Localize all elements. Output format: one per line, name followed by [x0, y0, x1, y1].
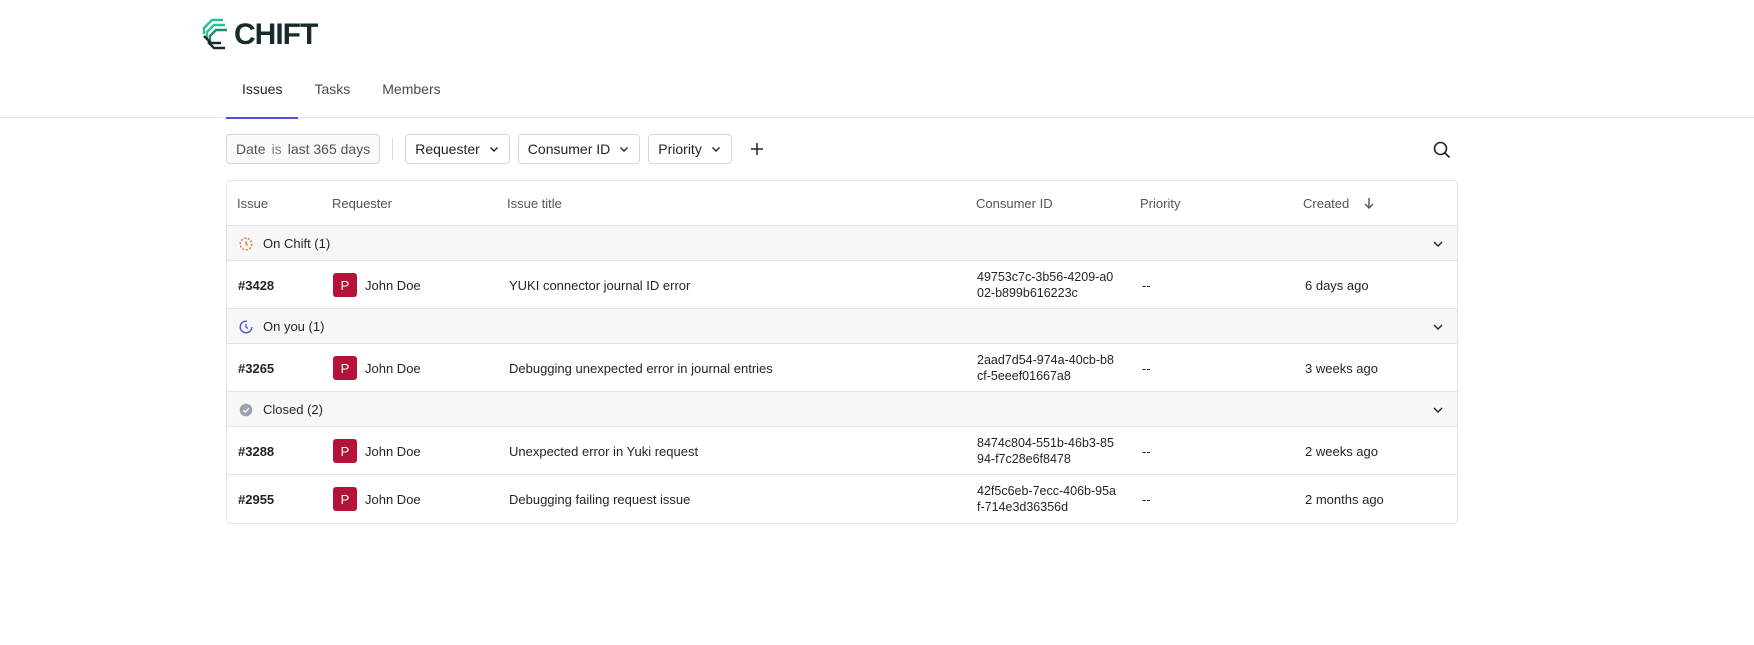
priority-value: -- [1142, 360, 1151, 376]
requester-name: John Doe [365, 443, 421, 459]
app-header: CHIFT Issues Tasks Members [0, 0, 1754, 119]
column-header-requester[interactable]: Requester [332, 181, 392, 225]
requester-filter-button[interactable]: Requester [405, 134, 510, 164]
date-filter-value: last 365 days [287, 141, 371, 157]
filter-divider [392, 138, 394, 160]
priority-filter-button[interactable]: Priority [648, 134, 732, 164]
priority-value: -- [1142, 443, 1151, 459]
issue-title: YUKI connector journal ID error [509, 277, 691, 293]
consumer-id-cell: 2aad7d54-974a-40cb-b8cf-5eeef01667a8 [977, 344, 1117, 392]
issue-id: #3428 [238, 277, 275, 293]
table-row[interactable]: #3265 P John Doe Debugging unexpected er… [227, 344, 1457, 392]
avatar: P [333, 487, 357, 511]
column-header-created-label: Created [1303, 195, 1350, 211]
table-row[interactable]: #2955 P John Doe Debugging failing reque… [227, 475, 1457, 523]
group-label: On you (1) [263, 319, 325, 334]
chevron-down-icon [489, 147, 498, 152]
chevron-down-icon [620, 147, 629, 152]
requester-cell: P John Doe [333, 344, 421, 392]
group-label: Closed (2) [263, 402, 323, 417]
table-row[interactable]: #3288 P John Doe Unexpected error in Yuk… [227, 427, 1457, 475]
issue-id: #3288 [238, 443, 275, 459]
requester-filter-label: Requester [415, 141, 480, 157]
tab-issues[interactable]: Issues [226, 72, 299, 119]
check-circle-icon [239, 403, 253, 417]
consumer-id-filter-button[interactable]: Consumer ID [517, 134, 641, 164]
plus-icon [750, 143, 763, 155]
requester-cell: P John Doe [333, 427, 421, 475]
arrow-down-icon [1364, 198, 1374, 209]
issue-id: #3265 [238, 360, 275, 376]
avatar: P [333, 356, 357, 380]
clock-progress-icon [239, 320, 253, 334]
consumer-id: 49753c7c-3b56-4209-a002-b899b616223c [977, 270, 1114, 300]
created-value: 3 weeks ago [1305, 360, 1378, 376]
issue-title: Debugging unexpected error in journal en… [509, 360, 773, 376]
group-header-closed[interactable]: Closed (2) [227, 392, 1457, 427]
priority-value: -- [1142, 277, 1151, 293]
table-row[interactable]: #3428 P John Doe YUKI connector journal … [227, 261, 1457, 309]
group-header-on-you[interactable]: On you (1) [227, 309, 1457, 344]
date-filter-chip[interactable]: Date is last 365 days [226, 134, 381, 164]
consumer-id-cell: 42f5c6eb-7ecc-406b-95af-714e3d36356d [977, 475, 1117, 523]
clock-dotted-icon [239, 237, 253, 251]
issue-title: Unexpected error in Yuki request [509, 443, 699, 459]
requester-name: John Doe [365, 277, 421, 293]
date-filter-operator: is [271, 141, 282, 157]
add-filter-button[interactable] [746, 134, 768, 164]
issue-id: #2955 [238, 491, 275, 507]
main-tabs: Issues Tasks Members [226, 72, 457, 119]
requester-name: John Doe [365, 360, 421, 376]
avatar: P [333, 273, 357, 297]
filter-bar: Date is last 365 days Requester Consumer… [226, 134, 768, 164]
tab-members[interactable]: Members [366, 72, 456, 118]
priority-filter-label: Priority [658, 141, 702, 157]
search-button[interactable] [1430, 138, 1454, 162]
chevron-down-icon [1433, 241, 1443, 247]
created-value: 2 months ago [1305, 491, 1384, 507]
requester-name: John Doe [365, 491, 421, 507]
chevron-down-icon [1433, 407, 1443, 413]
chevron-down-icon [1433, 324, 1443, 330]
created-value: 2 weeks ago [1305, 443, 1378, 459]
chift-logo[interactable]: CHIFT [201, 18, 318, 52]
issues-table: Issue Requester Issue title Consumer ID … [226, 180, 1458, 524]
consumer-id-cell: 8474c804-551b-46b3-8594-f7c28e6f8478 [977, 427, 1117, 475]
issue-title: Debugging failing request issue [509, 491, 691, 507]
table-header: Issue Requester Issue title Consumer ID … [227, 181, 1457, 226]
consumer-id-filter-label: Consumer ID [527, 141, 611, 157]
column-header-issue-title[interactable]: Issue title [507, 181, 562, 225]
search-icon [1433, 141, 1451, 159]
consumer-id: 8474c804-551b-46b3-8594-f7c28e6f8478 [977, 436, 1114, 466]
requester-cell: P John Doe [333, 261, 421, 309]
column-header-priority[interactable]: Priority [1140, 181, 1180, 225]
column-header-issue[interactable]: Issue [237, 181, 268, 225]
column-header-created[interactable]: Created [1303, 181, 1376, 225]
tab-tasks[interactable]: Tasks [298, 72, 366, 118]
logo-wordmark: CHIFT [234, 18, 318, 51]
column-header-consumer-id[interactable]: Consumer ID [976, 181, 1053, 225]
created-value: 6 days ago [1305, 277, 1369, 293]
avatar: P [333, 439, 357, 463]
chevron-down-icon [711, 147, 720, 152]
consumer-id: 2aad7d54-974a-40cb-b8cf-5eeef01667a8 [977, 353, 1114, 383]
consumer-id-cell: 49753c7c-3b56-4209-a002-b899b616223c [977, 261, 1117, 309]
group-header-on-chift[interactable]: On Chift (1) [227, 226, 1457, 261]
date-filter-field: Date [236, 141, 266, 157]
requester-cell: P John Doe [333, 475, 421, 523]
chift-logo-icon [202, 18, 227, 50]
consumer-id: 42f5c6eb-7ecc-406b-95af-714e3d36356d [977, 484, 1116, 514]
group-label: On Chift (1) [263, 236, 331, 251]
priority-value: -- [1142, 491, 1151, 507]
